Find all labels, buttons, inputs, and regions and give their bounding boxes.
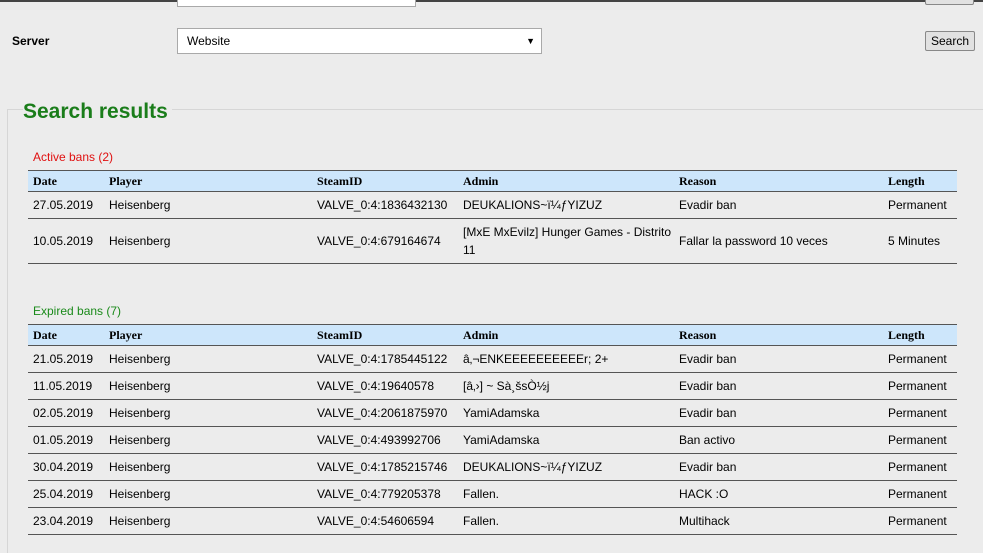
cell-admin: [MxE MxEvilz] Hunger Games - Distrito 11 <box>458 218 674 264</box>
cell-length: Permanent <box>883 399 957 427</box>
cell-steamid: VALVE_0:4:679164674 <box>312 218 458 264</box>
cell-player: Heisenberg <box>104 191 312 219</box>
search-button[interactable]: Search <box>925 31 975 51</box>
cell-length: Permanent <box>883 480 957 508</box>
table-row: 23.04.2019 Heisenberg VALVE_0:4:54606594… <box>28 507 957 535</box>
cell-steamid: VALVE_0:4:1785215746 <box>312 453 458 481</box>
cell-length: Permanent <box>883 453 957 481</box>
cell-reason: Evadir ban <box>674 345 883 373</box>
server-label: Server <box>12 34 50 48</box>
cell-date: 25.04.2019 <box>28 480 104 508</box>
cell-date: 21.05.2019 <box>28 345 104 373</box>
cell-reason: Ban activo <box>674 426 883 454</box>
cell-date: 02.05.2019 <box>28 399 104 427</box>
header-steamid: SteamID <box>312 170 458 192</box>
active-bans-table: Date Player SteamID Admin Reason Length … <box>28 170 957 264</box>
cell-player: Heisenberg <box>104 453 312 481</box>
cell-admin: Fallen. <box>458 507 674 535</box>
cell-player: Heisenberg <box>104 218 312 264</box>
table-row: 25.04.2019 Heisenberg VALVE_0:4:77920537… <box>28 480 957 508</box>
active-bans-title: Active bans (2) <box>33 150 114 164</box>
previous-button[interactable] <box>925 0 974 5</box>
cell-admin: DEUKALIONS~ï¼ƒYIZUZ <box>458 453 674 481</box>
table-row: 02.05.2019 Heisenberg VALVE_0:4:20618759… <box>28 399 957 427</box>
cell-player: Heisenberg <box>104 507 312 535</box>
cell-reason: Evadir ban <box>674 399 883 427</box>
header-admin: Admin <box>458 170 674 192</box>
cell-player: Heisenberg <box>104 399 312 427</box>
header-reason: Reason <box>674 170 883 192</box>
previous-input-field[interactable] <box>177 0 416 7</box>
cell-length: Permanent <box>883 426 957 454</box>
cell-steamid: VALVE_0:4:779205378 <box>312 480 458 508</box>
cell-date: 10.05.2019 <box>28 218 104 264</box>
header-player: Player <box>104 324 312 346</box>
cell-steamid: VALVE_0:4:493992706 <box>312 426 458 454</box>
table-row: 11.05.2019 Heisenberg VALVE_0:4:19640578… <box>28 372 957 400</box>
cell-admin: Fallen. <box>458 480 674 508</box>
cell-player: Heisenberg <box>104 372 312 400</box>
cell-admin: [â‚›] ~ Sà¸šsÒ½j <box>458 372 674 400</box>
cell-length: Permanent <box>883 507 957 535</box>
cell-player: Heisenberg <box>104 345 312 373</box>
cell-length: Permanent <box>883 345 957 373</box>
cell-admin: â‚¬ENKEEEEEEEEEEr; 2+ <box>458 345 674 373</box>
cell-length: 5 Minutes <box>883 218 957 264</box>
header-length: Length <box>883 170 957 192</box>
header-player: Player <box>104 170 312 192</box>
cell-reason: Evadir ban <box>674 191 883 219</box>
cell-date: 23.04.2019 <box>28 507 104 535</box>
cell-length: Permanent <box>883 191 957 219</box>
cell-date: 11.05.2019 <box>28 372 104 400</box>
table-row: 10.05.2019 Heisenberg VALVE_0:4:67916467… <box>28 218 957 264</box>
cell-steamid: VALVE_0:4:19640578 <box>312 372 458 400</box>
cell-steamid: VALVE_0:4:54606594 <box>312 507 458 535</box>
table-row: 01.05.2019 Heisenberg VALVE_0:4:49399270… <box>28 426 957 454</box>
cell-player: Heisenberg <box>104 480 312 508</box>
expired-bans-title: Expired bans (7) <box>33 304 122 318</box>
cell-reason: Evadir ban <box>674 372 883 400</box>
cell-date: 27.05.2019 <box>28 191 104 219</box>
table-row: 30.04.2019 Heisenberg VALVE_0:4:17852157… <box>28 453 957 481</box>
table-header-row: Date Player SteamID Admin Reason Length <box>28 324 957 346</box>
header-steamid: SteamID <box>312 324 458 346</box>
server-select[interactable]: Website ▼ <box>177 28 542 54</box>
table-row: 21.05.2019 Heisenberg VALVE_0:4:17854451… <box>28 345 957 373</box>
cell-admin: YamiAdamska <box>458 399 674 427</box>
cell-reason: HACK :O <box>674 480 883 508</box>
cell-date: 30.04.2019 <box>28 453 104 481</box>
table-header-row: Date Player SteamID Admin Reason Length <box>28 170 957 192</box>
header-date: Date <box>28 170 104 192</box>
header-length: Length <box>883 324 957 346</box>
cell-reason: Multihack <box>674 507 883 535</box>
server-select-value: Website <box>187 34 231 48</box>
results-title: Search results <box>23 100 172 124</box>
cell-reason: Fallar la password 10 veces <box>674 218 883 264</box>
cell-steamid: VALVE_0:4:1785445122 <box>312 345 458 373</box>
cell-admin: YamiAdamska <box>458 426 674 454</box>
cell-admin: DEUKALIONS~ï¼ƒYIZUZ <box>458 191 674 219</box>
top-border <box>0 0 983 2</box>
expired-bans-table: Date Player SteamID Admin Reason Length … <box>28 324 957 535</box>
cell-player: Heisenberg <box>104 426 312 454</box>
header-date: Date <box>28 324 104 346</box>
header-reason: Reason <box>674 324 883 346</box>
cell-length: Permanent <box>883 372 957 400</box>
cell-reason: Evadir ban <box>674 453 883 481</box>
header-admin: Admin <box>458 324 674 346</box>
cell-date: 01.05.2019 <box>28 426 104 454</box>
cell-steamid: VALVE_0:4:2061875970 <box>312 399 458 427</box>
cell-steamid: VALVE_0:4:1836432130 <box>312 191 458 219</box>
dropdown-arrow-icon: ▼ <box>526 36 535 46</box>
table-row: 27.05.2019 Heisenberg VALVE_0:4:18364321… <box>28 191 957 219</box>
